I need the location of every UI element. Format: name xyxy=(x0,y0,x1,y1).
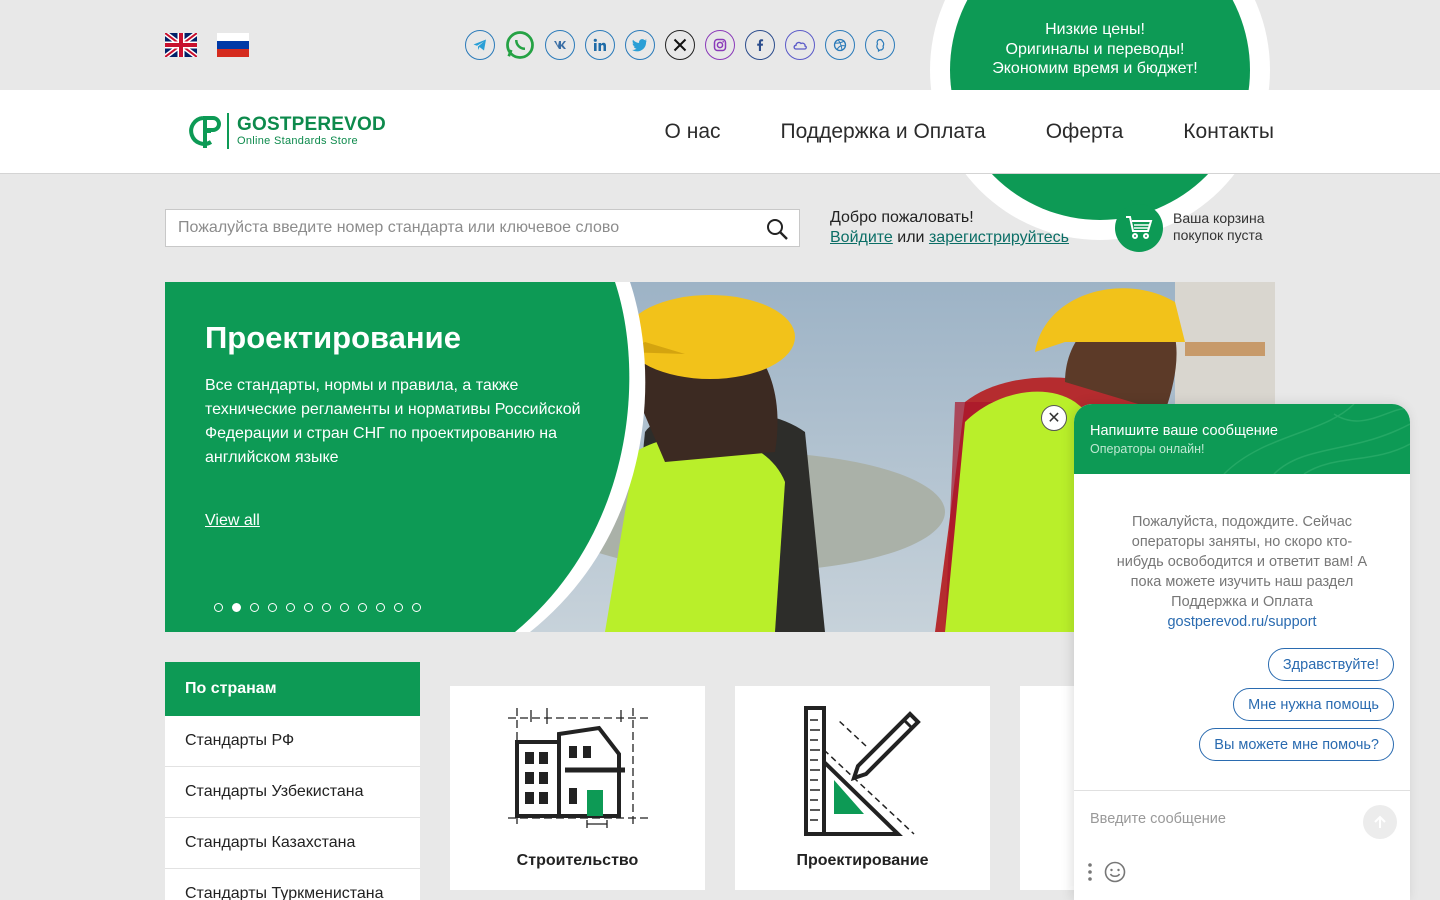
slider-dots xyxy=(214,603,421,612)
chat-message: Пожалуйста, подождите. Сейчас операторы … xyxy=(1110,512,1374,632)
logo-text: GOSTPEREVOD Online Standards Store xyxy=(237,114,386,148)
telegram-icon[interactable] xyxy=(465,30,495,60)
social-links xyxy=(465,30,895,60)
messenger-icon[interactable] xyxy=(865,30,895,60)
more-options-icon[interactable] xyxy=(1088,863,1092,881)
logo-tagline: Online Standards Store xyxy=(237,135,358,147)
top-bar: Низкие цены! Оригиналы и переводы! Эконо… xyxy=(0,0,1440,240)
facebook-icon[interactable] xyxy=(745,30,775,60)
sidebar-item-rf[interactable]: Стандарты РФ xyxy=(165,716,420,767)
sidebar-item-turkmenistan[interactable]: Стандарты Туркменистана xyxy=(165,869,420,900)
register-link[interactable]: зарегистрируйтесь xyxy=(929,229,1069,246)
chat-tools xyxy=(1088,861,1126,883)
category-card-design[interactable]: Проектирование xyxy=(735,686,990,890)
linkedin-icon[interactable] xyxy=(585,30,615,60)
chat-message-text: Пожалуйста, подождите. Сейчас операторы … xyxy=(1116,514,1368,610)
slider-dot[interactable] xyxy=(322,603,331,612)
site-header: GOSTPEREVOD Online Standards Store О нас… xyxy=(0,90,1440,174)
russian-flag-icon[interactable] xyxy=(217,33,249,57)
countries-sidebar: По странам Стандарты РФ Стандарты Узбеки… xyxy=(165,662,420,900)
nav-support-payment[interactable]: Поддержка и Оплата xyxy=(781,120,986,144)
slider-dot[interactable] xyxy=(232,603,241,612)
nav-about[interactable]: О нас xyxy=(665,120,721,144)
logo-divider xyxy=(227,113,229,149)
promo-line: Низкие цены! xyxy=(1045,21,1145,38)
category-card-partial[interactable] xyxy=(1020,686,1080,890)
chat-header: Напишите ваше сообщение Операторы онлайн… xyxy=(1074,404,1410,474)
x-icon[interactable] xyxy=(665,30,695,60)
nav-contacts[interactable]: Контакты xyxy=(1183,120,1274,144)
promo-line: Экономим время и бюджет! xyxy=(992,60,1198,77)
or-text: или xyxy=(897,229,925,246)
slider-dot[interactable] xyxy=(358,603,367,612)
quick-reply-can-you-help[interactable]: Вы можете мне помочь? xyxy=(1199,728,1394,761)
cloud-icon[interactable] xyxy=(785,30,815,60)
vk-icon[interactable] xyxy=(545,30,575,60)
chat-support-link[interactable]: gostperevod.ru/support xyxy=(1167,614,1316,630)
hero-view-all-link[interactable]: View all xyxy=(205,512,260,530)
sidebar-item-kazakhstan[interactable]: Стандарты Казахстана xyxy=(165,818,420,869)
slider-dot[interactable] xyxy=(304,603,313,612)
english-flag-icon[interactable] xyxy=(165,33,197,57)
promo-text: Низкие цены! Оригиналы и переводы! Эконо… xyxy=(950,20,1240,79)
quick-reply-need-help[interactable]: Мне нужна помощь xyxy=(1233,688,1394,721)
logo-name: GOSTPEREVOD xyxy=(237,114,386,135)
building-plan-icon xyxy=(507,708,648,828)
dribbble-icon[interactable] xyxy=(825,30,855,60)
chat-header-pattern xyxy=(1223,404,1410,474)
welcome-text: Добро пожаловать! xyxy=(830,209,974,226)
cart-icon[interactable] xyxy=(1115,204,1163,252)
sidebar-heading[interactable]: По странам xyxy=(165,662,420,716)
quick-reply-hello[interactable]: Здравствуйте! xyxy=(1267,648,1394,681)
slider-dot[interactable] xyxy=(268,603,277,612)
search-icon[interactable] xyxy=(765,217,789,241)
main-nav: О нас Поддержка и Оплата Оферта Контакты xyxy=(665,120,1274,144)
cart-line: покупок пуста xyxy=(1173,227,1263,243)
instagram-icon[interactable] xyxy=(705,30,735,60)
hero-description: Все стандарты, нормы и правила, а также … xyxy=(205,377,581,466)
slider-dot[interactable] xyxy=(250,603,259,612)
chat-message-input[interactable] xyxy=(1090,811,1350,827)
cart-line: Ваша корзина xyxy=(1173,210,1265,226)
category-card-construction[interactable]: Строительство xyxy=(450,686,705,890)
category-label: Строительство xyxy=(516,852,639,869)
chat-widget: Напишите ваше сообщение Операторы онлайн… xyxy=(1074,404,1410,900)
promo-line: Оригиналы и переводы! xyxy=(1005,40,1185,58)
cart-status[interactable]: Ваша корзина покупок пуста xyxy=(1173,210,1265,244)
twitter-icon[interactable] xyxy=(625,30,655,60)
chat-close-icon[interactable]: ✕ xyxy=(1041,405,1067,431)
slider-dot[interactable] xyxy=(376,603,385,612)
site-logo[interactable]: GOSTPEREVOD Online Standards Store xyxy=(185,112,386,150)
search-input[interactable] xyxy=(166,210,746,246)
emoji-icon[interactable] xyxy=(1104,861,1126,883)
slider-dot[interactable] xyxy=(340,603,349,612)
gp-logo-icon xyxy=(185,112,223,150)
slider-dot[interactable] xyxy=(394,603,403,612)
sidebar-item-uzbekistan[interactable]: Стандарты Узбекистана xyxy=(165,767,420,818)
slider-dot[interactable] xyxy=(286,603,295,612)
chat-composer xyxy=(1074,790,1410,900)
drafting-tools-icon xyxy=(803,706,921,836)
slider-dot[interactable] xyxy=(412,603,421,612)
hero-title: Проектирование xyxy=(205,320,461,355)
slider-dot[interactable] xyxy=(214,603,223,612)
category-label: Проектирование xyxy=(796,852,929,869)
welcome-block: Добро пожаловать! Войдите или зарегистри… xyxy=(830,208,1069,248)
search-box xyxy=(165,209,800,247)
login-link[interactable]: Войдите xyxy=(830,229,893,246)
send-arrow-icon[interactable] xyxy=(1363,805,1397,839)
whatsapp-icon[interactable] xyxy=(505,30,535,60)
nav-offer[interactable]: Оферта xyxy=(1046,120,1124,144)
